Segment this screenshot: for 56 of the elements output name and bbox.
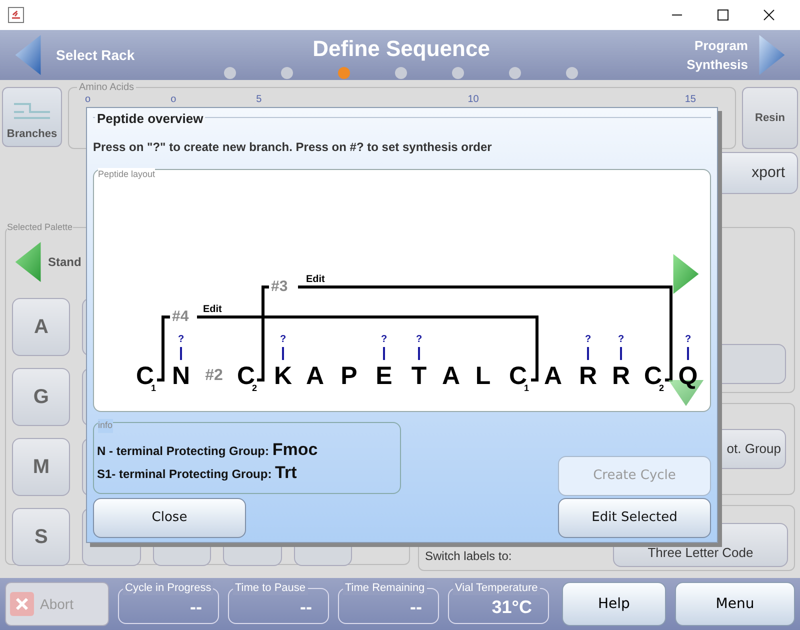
branch-order-label[interactable]: #2 [205, 368, 223, 384]
page-title: Define Sequence [312, 36, 490, 62]
status-value: 31°C [492, 596, 532, 619]
amino-acid-key[interactable]: A [12, 298, 70, 356]
info-line: N - terminal Protecting Group: Fmoc [97, 439, 319, 461]
status-label: Vial Temperature [453, 581, 540, 595]
residue-letter[interactable]: P [340, 364, 358, 389]
dialog-button[interactable]: Close [93, 498, 246, 538]
residue-letter[interactable]: A [306, 364, 324, 389]
info-line: S1- terminal Protecting Group: Trt [97, 462, 298, 484]
status-label: Time Remaining [343, 581, 427, 595]
branch-order-label[interactable]: #3 [271, 279, 288, 294]
residue-subscript: 1 [151, 384, 156, 393]
edit-link[interactable]: Edit [203, 305, 222, 315]
scroll-right-icon[interactable] [673, 254, 699, 294]
edit-link[interactable]: Edit [306, 275, 325, 285]
close-icon [10, 592, 34, 616]
switch-labels-text: Switch labels to: [425, 548, 512, 565]
status-label: Time to Pause [233, 581, 308, 595]
residue-letter[interactable]: R [612, 364, 630, 389]
amino-acid-key[interactable]: G [12, 368, 70, 426]
residue-subscript: 1 [524, 384, 530, 393]
residue-letter[interactable]: N [172, 364, 190, 389]
residue-letter[interactable]: A [442, 364, 460, 389]
group-label: Peptide layout [98, 168, 156, 182]
residue-letter[interactable]: Q [678, 364, 698, 389]
position-tick: 5 [256, 93, 262, 107]
position-tick: 15 [684, 93, 696, 107]
residue-letter[interactable]: L [475, 364, 491, 389]
status-value: -- [190, 596, 202, 619]
branch-order-label[interactable]: #4 [172, 309, 189, 324]
residue-letter[interactable]: K [274, 364, 292, 389]
residue-letter[interactable]: T [411, 364, 427, 389]
resin-button[interactable]: Resin [742, 87, 798, 149]
previous-palette-icon[interactable] [14, 242, 42, 282]
position-tick: o [170, 93, 176, 107]
dialog-button[interactable]: Edit Selected [558, 498, 711, 538]
residue-letter[interactable]: E [376, 364, 392, 389]
position-tick: o [85, 93, 91, 107]
app-icon [8, 7, 24, 23]
palette-name: Stand [48, 254, 82, 271]
status-value: -- [410, 596, 422, 619]
residue-letter[interactable]: R [578, 364, 598, 389]
group-label: info [98, 419, 113, 432]
amino-acid-key[interactable]: S [12, 508, 70, 566]
status-label: Cycle in Progress [123, 581, 214, 595]
branches-button[interactable]: Branches [2, 87, 62, 147]
instruction-text: Press on "?" to create new branch. Press on #? to set synthesis order [93, 139, 493, 156]
residue-subscript: 2 [659, 384, 664, 393]
residue-letter[interactable]: A [544, 364, 562, 389]
status-value: -- [300, 596, 312, 619]
help-button[interactable]: Help [562, 582, 666, 626]
menu-button[interactable]: Menu [675, 582, 795, 626]
amino-acid-key[interactable]: M [12, 438, 70, 496]
residue-subscript: 2 [252, 384, 258, 393]
position-tick: 10 [468, 93, 479, 107]
